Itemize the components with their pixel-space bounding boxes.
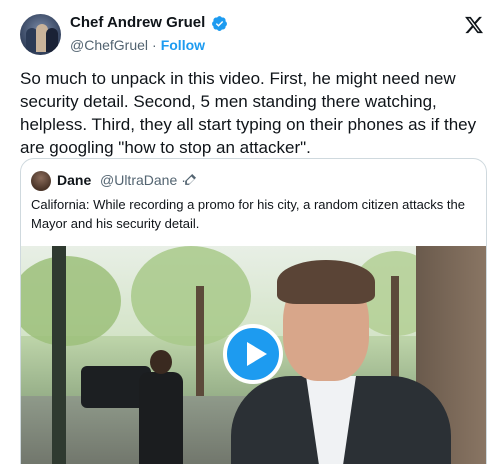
follow-button[interactable]: Follow: [161, 37, 205, 53]
video-pole: [52, 246, 66, 464]
tweet-text: So much to unpack in this video. First, …: [20, 69, 477, 157]
quoted-author-name[interactable]: Dane: [57, 172, 91, 188]
author-avatar[interactable]: [20, 14, 61, 55]
video-pedestrian-head: [150, 350, 172, 374]
video-tree-trunk: [196, 286, 204, 406]
author-name[interactable]: Chef Andrew Gruel: [70, 14, 205, 31]
quoted-author-handle-line: @UltraDane ·: [100, 172, 190, 188]
quoted-tweet[interactable]: Dane @UltraDane · California: While recor…: [20, 158, 487, 464]
author-handle-line: @ChefGruel · Follow: [70, 37, 205, 53]
pencil-icon: [185, 174, 196, 185]
quoted-author-avatar[interactable]: [31, 171, 51, 191]
video-player[interactable]: [21, 246, 486, 464]
quoted-author-handle[interactable]: @UltraDane: [100, 172, 177, 188]
verified-badge-icon: [212, 16, 227, 31]
play-button[interactable]: [223, 324, 283, 384]
separator-dot: ·: [152, 37, 157, 53]
quoted-tweet-text: California: While recording a promo for …: [31, 197, 465, 231]
author-handle[interactable]: @ChefGruel: [70, 37, 148, 53]
video-pedestrian: [139, 372, 183, 464]
video-man-hair: [277, 260, 375, 304]
play-icon: [247, 342, 267, 366]
tweet-card: Chef Andrew Gruel @ChefGruel · Follow So m…: [0, 0, 501, 464]
x-logo-icon[interactable]: [463, 15, 485, 35]
avatar-figure: [46, 28, 58, 52]
